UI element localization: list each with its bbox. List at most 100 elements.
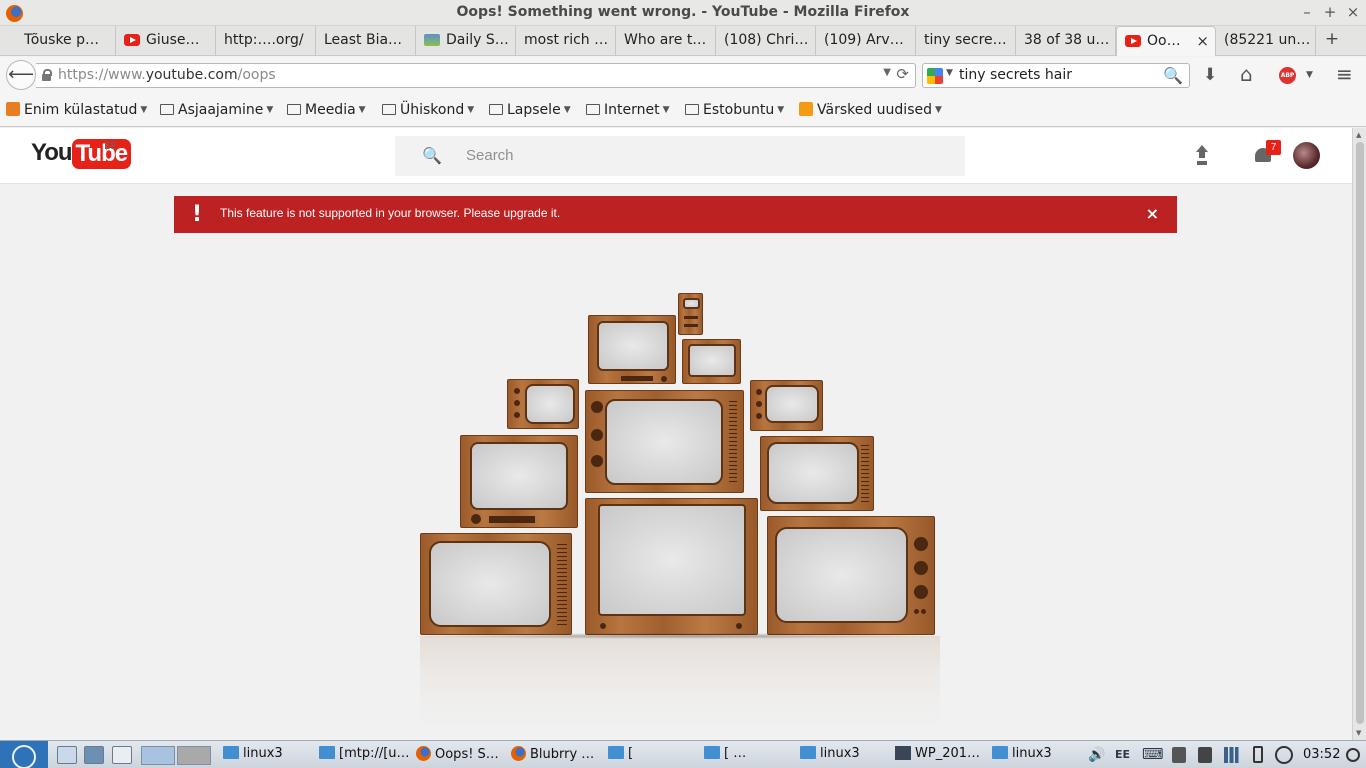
tab-label: Oo… [1147,33,1181,49]
notifications-button[interactable]: 7 [1254,140,1281,164]
youtube-logo[interactable]: You Tube EE [31,139,132,169]
tab-label: Least Bia… [324,32,403,48]
reload-icon[interactable]: ⟳ [896,65,909,83]
search-icon[interactable]: 🔍 [1163,66,1183,85]
search-input[interactable]: Search [466,147,514,164]
tab-label: Giuse… [146,32,200,48]
desktop-2[interactable] [177,746,211,765]
home-icon[interactable]: ⌂ [1240,62,1253,86]
new-tab-button[interactable]: + [1318,29,1346,53]
tv-illustration [682,339,741,384]
bookmarks-toolbar: Enim külastatud ▼ Asjaajamine ▼ Meedia ▼ Üh… [0,93,1366,127]
tab[interactable]: 38 of 38 u… [1016,26,1116,56]
youtube-search-box[interactable]: 🔍 Search [395,136,965,176]
adblock-icon[interactable]: ABP [1279,67,1296,84]
tab-label: Daily S… [446,32,509,48]
tab[interactable]: most rich … [516,26,616,56]
bookmark-folder[interactable]: Internet ▼ [586,102,670,118]
tab-label: Who are t… [624,32,707,48]
folder-icon [382,104,396,115]
taskbar-item[interactable]: linux3 [223,743,313,767]
site-icon [424,34,440,46]
search-input[interactable]: tiny secrets hair [959,67,1072,83]
back-button[interactable]: ⟵ [6,60,36,90]
lock-icon [42,69,52,81]
tv-illustration [585,390,744,493]
video-icon [895,746,911,760]
bookmark-feed[interactable]: Värsked uudised ▼ [799,102,942,118]
tab[interactable]: Tõuske p… [0,26,116,56]
bookmark-folder[interactable]: Estobuntu ▼ [685,102,784,118]
taskbar-item[interactable]: [ … [704,743,794,767]
scroll-down-icon[interactable]: ▼ [1356,729,1361,737]
taskbar-item[interactable]: linux3 [992,743,1082,767]
chevron-down-icon: ▼ [777,105,785,115]
usb-device-icon[interactable] [1172,747,1186,763]
network-icon[interactable] [84,746,104,764]
taskbar-item[interactable]: Oops! S… [416,743,506,767]
minimize-button[interactable]: – [1296,2,1318,24]
power-icon[interactable] [1275,746,1293,764]
tab[interactable]: Who are t… [616,26,716,56]
tv-illustration [460,435,578,528]
taskbar-item[interactable]: WP_201… [895,743,985,767]
firefox-icon [511,746,526,761]
avatar[interactable] [1293,142,1320,169]
tab[interactable]: (108) Chri… [716,26,816,56]
bookmark-folder[interactable]: Asjaajamine ▼ [160,102,273,118]
tab-label: tiny secre… [924,32,1007,48]
google-icon[interactable] [927,68,943,84]
tab[interactable]: (85221 un… [1216,26,1316,56]
tab[interactable]: (109) Arv… [816,26,916,56]
taskbar-item[interactable]: [mtp://[u… [319,743,409,767]
bookmark-most-visited[interactable]: Enim külastatud ▼ [6,102,147,118]
network-signal-icon[interactable] [1224,747,1242,763]
keyboard-icon[interactable]: ⌨ [1142,745,1164,763]
clock[interactable]: 03:52 [1303,747,1340,762]
bookmark-folder[interactable]: Ühiskond ▼ [382,102,474,118]
chevron-down-icon: ▼ [563,105,571,115]
battery-icon[interactable] [1253,746,1263,763]
close-tab-icon[interactable]: × [1196,32,1209,50]
adblock-dropdown-icon[interactable]: ▼ [1306,70,1313,80]
upload-icon[interactable] [1193,145,1211,165]
page-scrollbar[interactable]: ▲ ▼ [1352,128,1366,740]
file-manager-icon[interactable] [57,746,77,764]
tab[interactable]: tiny secre… [916,26,1016,56]
folder-icon [685,104,699,115]
tab[interactable]: Giuse… [116,26,216,56]
close-alert-button[interactable]: × [1146,204,1159,223]
download-icon[interactable]: ⬇ [1203,65,1217,85]
taskbar-item[interactable]: Blubrry … [511,743,601,767]
keyboard-layout-indicator[interactable]: EE [1115,748,1130,761]
folder-icon [704,746,720,759]
maximize-button[interactable]: + [1319,2,1341,24]
bookmark-folder[interactable]: Lapsele ▼ [489,102,571,118]
tab-active[interactable]: Oo… × [1116,26,1216,56]
tab[interactable]: Daily S… [416,26,516,56]
url-bar[interactable]: https://www.youtube.com/oops ▼ ⟳ [36,63,916,88]
search-bar[interactable]: ▼ tiny secrets hair 🔍 [922,63,1190,88]
taskbar-item[interactable]: linux3 [800,743,890,767]
firefox-icon [416,746,431,761]
bookmark-folder[interactable]: Meedia ▼ [287,102,366,118]
scroll-up-icon[interactable]: ▲ [1356,131,1361,139]
desktop-1[interactable] [141,746,175,765]
clipboard-icon[interactable] [1198,747,1212,763]
scrollbar-thumb[interactable] [1356,142,1364,724]
tab[interactable]: Least Bia… [316,26,416,56]
menu-icon[interactable]: ≡ [1336,62,1353,86]
window-icon[interactable] [112,746,132,764]
volume-icon[interactable]: 🔊 [1088,747,1105,763]
folder-icon [800,746,816,759]
close-window-button[interactable]: × [1342,2,1364,24]
unsupported-browser-alert: ! This feature is not supported in your … [174,196,1177,233]
taskbar-item[interactable]: [ [608,743,698,767]
search-engine-dropdown-icon[interactable]: ▼ [946,68,953,78]
tv-illustration [420,533,572,635]
logout-icon[interactable] [1346,748,1360,762]
start-menu-button[interactable] [0,741,48,768]
tab[interactable]: http:….org/ [216,26,316,56]
search-icon[interactable]: 🔍 [422,146,442,165]
url-history-dropdown-icon[interactable]: ▼ [883,67,891,78]
